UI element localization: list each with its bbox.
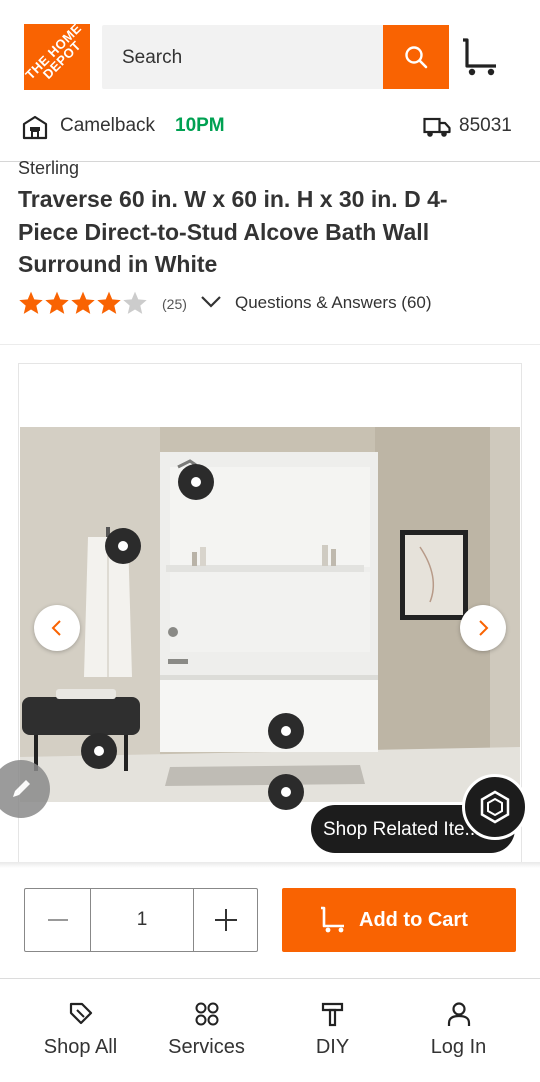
store-icon xyxy=(22,115,48,140)
decrease-quantity-button[interactable] xyxy=(25,889,90,951)
review-count[interactable]: (25) xyxy=(162,296,187,312)
shop-related-hexagon-icon[interactable] xyxy=(462,774,528,840)
search-button[interactable] xyxy=(383,25,449,89)
gallery-next-button[interactable] xyxy=(460,605,506,651)
add-to-cart-label: Add to Cart xyxy=(359,909,468,931)
questions-answers-link[interactable]: Questions & Answers (60) xyxy=(235,293,432,313)
store-hours: 10PM xyxy=(175,115,225,136)
increase-quantity-button[interactable] xyxy=(194,889,258,951)
product-hotspot[interactable] xyxy=(268,774,304,810)
add-to-cart-button[interactable]: Add to Cart xyxy=(282,888,516,952)
product-brand[interactable]: Sterling xyxy=(18,158,79,179)
product-hotspot[interactable] xyxy=(81,733,117,769)
star-icon xyxy=(19,291,43,314)
star-icon xyxy=(45,291,69,314)
product-hotspot[interactable] xyxy=(178,464,214,500)
nav-log-in[interactable]: Log In xyxy=(391,979,526,1082)
shop-related-label: Shop Related Ite... xyxy=(323,819,481,840)
rating-row[interactable]: (25) Questions & Answers (60) xyxy=(18,290,538,316)
product-hotspot[interactable] xyxy=(105,528,141,564)
delivery-truck-icon xyxy=(423,117,451,137)
search-placeholder: Search xyxy=(122,47,183,68)
quantity-input[interactable]: 1 xyxy=(90,889,194,951)
tag-icon xyxy=(69,1002,92,1025)
chevron-down-icon[interactable] xyxy=(200,293,222,311)
divider xyxy=(0,344,540,345)
nav-label: Log In xyxy=(430,1036,487,1058)
product-title: Traverse 60 in. W x 60 in. H x 30 in. D … xyxy=(18,186,448,277)
chevron-right-icon xyxy=(479,620,489,636)
home-depot-logo[interactable]: THE HOME DEPOT xyxy=(24,24,90,90)
cart-icon[interactable] xyxy=(460,38,500,78)
nav-label: Shop All xyxy=(43,1036,118,1058)
delivery-zip[interactable]: 85031 xyxy=(459,115,512,137)
person-icon xyxy=(447,1002,470,1026)
cart-bar-shadow xyxy=(0,862,540,868)
plus-icon xyxy=(215,909,237,931)
store-name[interactable]: Camelback xyxy=(60,115,155,137)
bottom-navigation: Shop All Services DIY Log In xyxy=(0,978,540,1082)
star-icon xyxy=(71,291,95,314)
cart-icon xyxy=(321,906,344,933)
product-hotspot[interactable] xyxy=(268,713,304,749)
nav-diy[interactable]: DIY xyxy=(265,979,400,1082)
hexagon-icon xyxy=(480,790,510,824)
logo-text: THE HOME DEPOT xyxy=(24,24,85,83)
store-row[interactable]: Camelback 10PM 85031 xyxy=(0,112,540,142)
hammer-icon xyxy=(321,1002,343,1027)
star-empty-icon xyxy=(123,291,147,314)
nav-label: DIY xyxy=(315,1036,350,1058)
quantity-stepper: 1 xyxy=(24,888,258,952)
gallery-prev-button[interactable] xyxy=(34,605,80,651)
pencil-icon xyxy=(13,780,30,797)
grid-circles-icon xyxy=(195,1002,218,1026)
minus-icon xyxy=(47,919,68,921)
search-icon xyxy=(405,46,428,69)
header: THE HOME DEPOT Search Camelback 10PM 850… xyxy=(0,0,540,162)
star-icon xyxy=(97,291,121,314)
nav-label: Services xyxy=(168,1036,245,1058)
chevron-left-icon xyxy=(51,620,61,636)
nav-shop-all[interactable]: Shop All xyxy=(13,979,148,1082)
nav-services[interactable]: Services xyxy=(139,979,274,1082)
